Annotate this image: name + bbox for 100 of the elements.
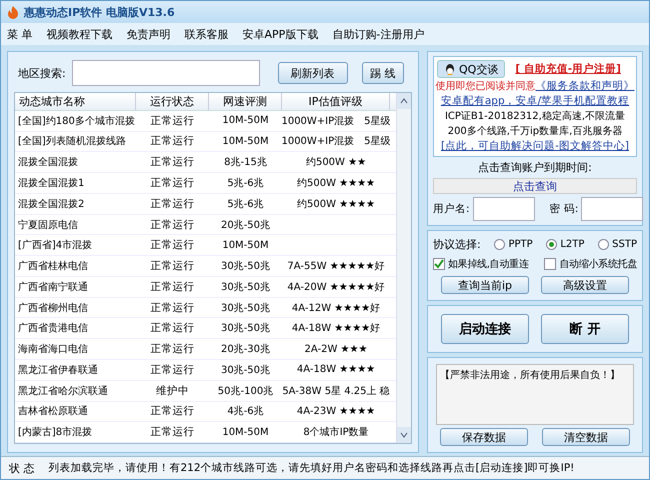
table-cell-text: 正常运行 xyxy=(150,218,196,232)
table-cell-text: 宁夏固原电信 xyxy=(17,218,79,232)
table-cell-text: 广西省桂林电信 xyxy=(17,260,89,274)
password-field[interactable] xyxy=(581,197,644,221)
table-cell-text: [广西省]4市混拨 xyxy=(17,238,94,254)
menu-item[interactable]: 安卓APP版下载 xyxy=(242,26,318,42)
table-cell-text: 5兆-6兆 xyxy=(226,198,265,212)
table-cell-text: 50兆-100兆 xyxy=(216,384,274,399)
refresh-button[interactable]: 刷新列表 xyxy=(278,62,348,84)
table-cell-text: 黑龙江省伊春联通 xyxy=(17,364,99,378)
table-cell-text: 正常运行 xyxy=(150,321,196,336)
table-cell-text: [全国]约180多个城市混拨 xyxy=(17,114,136,129)
table-cell-text: 混拨全国混拨 xyxy=(17,156,79,170)
scrollbar[interactable] xyxy=(396,93,411,443)
table-cell-text: 20兆-50兆 xyxy=(220,218,272,232)
disconnect-button[interactable]: 断 开 xyxy=(541,314,629,344)
search-field[interactable] xyxy=(72,60,260,86)
table-cell-text: 10M-50M xyxy=(221,134,270,149)
column-header[interactable]: IP估值评级 xyxy=(282,93,390,110)
option-checkbox[interactable]: 如果掉线,自动重连 xyxy=(433,257,528,271)
table-cell-text: 正常运行 xyxy=(150,425,196,440)
register-link[interactable]: [ 自助充值-用户注册] xyxy=(515,62,621,76)
table-cell-text: 正常运行 xyxy=(150,114,196,129)
app-tutorial-link[interactable]: 安卓配有app，安卓/苹果手机配置教程 xyxy=(440,94,630,108)
window-title: 惠惠动态IP软件 电脑版V13.6 xyxy=(24,4,175,20)
protocol-radio[interactable]: L2TP xyxy=(546,239,584,250)
table-cell-text: 正常运行 xyxy=(150,196,196,212)
info-text: 200多个线路,千万ip数量库,百兆服务器 xyxy=(448,124,622,138)
column-header[interactable]: 运行状态 xyxy=(136,93,209,110)
log-area[interactable]: 【严禁非法用途，所有使用后果自负！】 xyxy=(436,364,634,425)
status-label: 状 态 xyxy=(9,460,34,476)
table-cell-text: 30兆-50兆 xyxy=(220,364,272,378)
table-cell-text: 正常运行 xyxy=(150,362,196,378)
protocol-radio[interactable]: SSTP xyxy=(598,239,637,250)
table-cell-text: 正常运行 xyxy=(150,176,196,191)
column-header[interactable]: 动态城市名称 xyxy=(15,93,136,110)
table-cell-text: 8兆-15兆 xyxy=(223,156,268,170)
table-cell-text: 正常运行 xyxy=(150,259,196,274)
query-ip-button[interactable]: 查询当前ip xyxy=(441,276,529,294)
agree-text: 使用即您已阅读并同意 xyxy=(436,81,536,92)
penguin-icon xyxy=(444,62,456,76)
table-cell-text: 正常运行 xyxy=(150,300,196,316)
table-cell-text: 2A-2W ★★★ xyxy=(304,342,368,357)
table-cell-text: 黑龙江省哈尔滨联通 xyxy=(17,384,109,399)
protocol-label: 协议选择: xyxy=(433,237,481,252)
table-cell-text: 10M-50M xyxy=(221,238,270,253)
menu-item[interactable]: 视频教程下载 xyxy=(46,26,112,42)
menu-item[interactable]: 自助订购-注册用户 xyxy=(332,26,424,42)
table-cell-text: 7A-55W ★★★★★好 xyxy=(286,260,386,274)
table-cell-text: 4A-23W ★★★★ xyxy=(296,404,376,419)
table-cell-text: 约500W ★★★★ xyxy=(296,176,376,191)
table-cell-text: 10M-50M xyxy=(221,114,270,128)
query-button[interactable]: 点击查询 xyxy=(433,178,637,194)
password-label: 密 码: xyxy=(550,202,578,216)
qq-chat-button[interactable]: QQ交谈 xyxy=(437,60,506,78)
scroll-down-icon[interactable] xyxy=(400,432,408,438)
table-cell-text: 8个城市IP数量 xyxy=(302,426,370,440)
check-icon xyxy=(434,259,444,269)
table-cell-text: 4A-12W ★★★★好 xyxy=(290,302,382,316)
connect-button[interactable]: 启动连接 xyxy=(441,314,529,344)
kick-button[interactable]: 踢 线 xyxy=(362,62,404,84)
table-cell-text: 混拨全国混拨1 xyxy=(17,176,86,191)
table-cell-text: 4A-18W ★★★★ xyxy=(296,363,376,378)
table-cell-text: 正常运行 xyxy=(150,134,196,150)
option-checkbox[interactable]: 自动缩小系统托盘 xyxy=(544,257,637,271)
table-cell-text: 30兆-50兆 xyxy=(220,260,272,274)
table-cell-text: 1000W+IP混拨 5星级 xyxy=(282,135,390,150)
expiry-label: 点击查询账户到期时间: xyxy=(477,160,593,175)
username-label: 用户名: xyxy=(433,202,470,216)
table-cell-text: 维护中 xyxy=(155,384,190,399)
table-cell-text: 5兆-6兆 xyxy=(226,176,265,191)
menu-item[interactable]: 免责声明 xyxy=(126,26,170,42)
table-cell-text: 海南省海口电信 xyxy=(17,342,89,358)
scroll-up-icon[interactable] xyxy=(400,98,408,104)
table-cell-text: 30兆-50兆 xyxy=(220,322,272,336)
table-cell-text: 30兆-50兆 xyxy=(220,302,272,316)
search-label: 地区搜索: xyxy=(18,66,66,80)
advanced-settings-button[interactable]: 高级设置 xyxy=(541,276,629,294)
table-cell-text: 约500W ★★★★ xyxy=(296,198,376,212)
username-field[interactable] xyxy=(472,197,535,221)
table-cell-text: 正常运行 xyxy=(150,404,196,420)
status-text: 列表加载完毕，请使用！有212个城市线路可选，请先填好用户名密码和选择线路再点击[启动连接]即可换IP! xyxy=(48,461,574,475)
clear-button[interactable]: 清空数据 xyxy=(542,428,630,446)
table-cell-text: 混拨全国混拨2 xyxy=(17,198,86,212)
save-button[interactable]: 保存数据 xyxy=(440,428,528,446)
column-header[interactable]: 网速评测 xyxy=(209,93,282,110)
menu-item[interactable]: 联系客服 xyxy=(184,26,228,42)
table-cell-text: 广西省南宁联通 xyxy=(17,280,89,295)
table-cell-text: 4A-20W ★★★★★好 xyxy=(286,280,386,295)
terms-link[interactable]: 《服务条款和声明》 xyxy=(536,80,634,92)
protocol-radio[interactable]: PPTP xyxy=(494,239,533,250)
table-cell-text: 4A-18W ★★★★好 xyxy=(290,322,382,336)
table-cell-text: 正常运行 xyxy=(150,238,196,254)
menu-item[interactable]: 菜 单 xyxy=(7,26,32,42)
table-cell-text: 20兆-30兆 xyxy=(220,342,272,358)
table-cell-text: 10M-50M xyxy=(221,426,270,440)
help-link[interactable]: [点此，可自助解决问题-图文解答中心] xyxy=(441,139,629,153)
table-cell-text: 正常运行 xyxy=(150,342,196,358)
table-cell-text: [全国]列表随机混拨线路 xyxy=(17,134,127,150)
table-cell-text: 吉林省松原联通 xyxy=(17,404,89,420)
